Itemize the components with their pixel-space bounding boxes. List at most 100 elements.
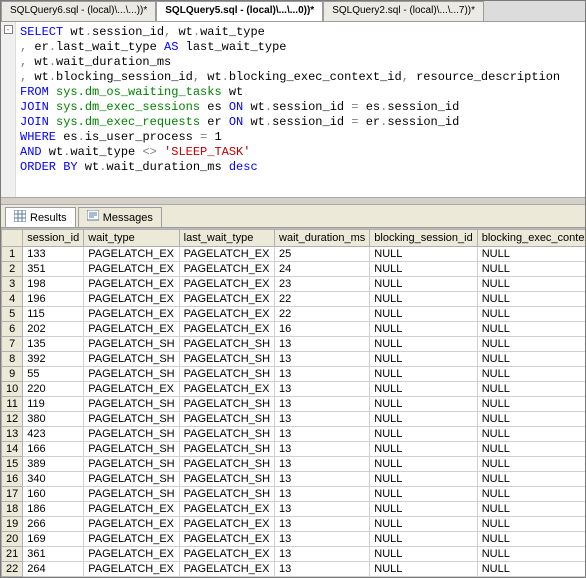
row-number-cell[interactable]: 19 <box>2 517 23 532</box>
row-number-cell[interactable]: 3 <box>2 277 23 292</box>
grid-cell[interactable]: 13 <box>275 487 370 502</box>
grid-cell[interactable]: PAGELATCH_SH <box>179 427 274 442</box>
row-number-cell[interactable]: 8 <box>2 352 23 367</box>
grid-cell[interactable]: NULL <box>370 547 477 562</box>
grid-cell[interactable]: NULL <box>370 292 477 307</box>
grid-cell[interactable]: NULL <box>370 247 477 262</box>
pane-splitter[interactable] <box>1 197 585 205</box>
row-number-cell[interactable]: 16 <box>2 472 23 487</box>
grid-cell[interactable]: PAGELATCH_SH <box>84 457 179 472</box>
table-row[interactable]: 17160PAGELATCH_SHPAGELATCH_SH13NULLNULL8… <box>2 487 586 502</box>
table-row[interactable]: 22264PAGELATCH_EXPAGELATCH_EX13NULLNULL8… <box>2 562 586 577</box>
grid-cell[interactable]: 24 <box>275 262 370 277</box>
grid-cell[interactable]: NULL <box>370 412 477 427</box>
grid-cell[interactable]: 198 <box>23 277 84 292</box>
row-number-cell[interactable]: 4 <box>2 292 23 307</box>
row-number-cell[interactable]: 20 <box>2 532 23 547</box>
grid-cell[interactable]: NULL <box>370 397 477 412</box>
grid-cell[interactable]: PAGELATCH_SH <box>84 412 179 427</box>
grid-cell[interactable]: 13 <box>275 352 370 367</box>
grid-cell[interactable]: 13 <box>275 427 370 442</box>
grid-cell[interactable]: PAGELATCH_EX <box>179 382 274 397</box>
file-tab[interactable]: SQLQuery5.sql - (local)\...\...0))* <box>156 1 323 21</box>
grid-cell[interactable]: PAGELATCH_SH <box>179 487 274 502</box>
table-row[interactable]: 16340PAGELATCH_SHPAGELATCH_SH13NULLNULL8… <box>2 472 586 487</box>
grid-cell[interactable]: NULL <box>477 322 585 337</box>
grid-cell[interactable]: NULL <box>370 337 477 352</box>
grid-cell[interactable]: PAGELATCH_SH <box>84 427 179 442</box>
grid-cell[interactable]: NULL <box>477 307 585 322</box>
table-row[interactable]: 2351PAGELATCH_EXPAGELATCH_EX24NULLNULL8:… <box>2 262 586 277</box>
grid-cell[interactable]: NULL <box>477 352 585 367</box>
grid-cell[interactable]: 13 <box>275 502 370 517</box>
table-row[interactable]: 3198PAGELATCH_EXPAGELATCH_EX23NULLNULL8:… <box>2 277 586 292</box>
grid-cell[interactable]: NULL <box>370 307 477 322</box>
grid-cell[interactable]: PAGELATCH_EX <box>179 517 274 532</box>
grid-cell[interactable]: NULL <box>477 487 585 502</box>
column-header[interactable]: wait_type <box>84 230 179 247</box>
table-row[interactable]: 18186PAGELATCH_EXPAGELATCH_EX13NULLNULL8… <box>2 502 586 517</box>
row-number-cell[interactable]: 18 <box>2 502 23 517</box>
row-number-cell[interactable]: 15 <box>2 457 23 472</box>
grid-cell[interactable]: NULL <box>477 517 585 532</box>
grid-cell[interactable]: PAGELATCH_SH <box>179 352 274 367</box>
row-number-cell[interactable]: 5 <box>2 307 23 322</box>
row-number-cell[interactable]: 7 <box>2 337 23 352</box>
grid-cell[interactable]: 13 <box>275 532 370 547</box>
row-number-cell[interactable]: 2 <box>2 262 23 277</box>
grid-cell[interactable]: 392 <box>23 352 84 367</box>
grid-cell[interactable]: PAGELATCH_SH <box>179 367 274 382</box>
row-number-cell[interactable]: 17 <box>2 487 23 502</box>
grid-cell[interactable]: PAGELATCH_SH <box>84 442 179 457</box>
grid-cell[interactable]: 361 <box>23 547 84 562</box>
grid-cell[interactable]: 13 <box>275 472 370 487</box>
grid-cell[interactable]: NULL <box>477 397 585 412</box>
grid-cell[interactable]: 25 <box>275 247 370 262</box>
grid-cell[interactable]: NULL <box>477 262 585 277</box>
file-tab[interactable]: SQLQuery6.sql - (local)\...\...))* <box>1 1 156 21</box>
grid-cell[interactable]: 16 <box>275 322 370 337</box>
table-row[interactable]: 5115PAGELATCH_EXPAGELATCH_EX22NULLNULL8:… <box>2 307 586 322</box>
grid-cell[interactable]: 13 <box>275 562 370 577</box>
grid-cell[interactable]: PAGELATCH_EX <box>84 547 179 562</box>
grid-cell[interactable]: 13 <box>275 547 370 562</box>
grid-cell[interactable]: NULL <box>477 502 585 517</box>
grid-cell[interactable]: NULL <box>477 457 585 472</box>
grid-cell[interactable]: PAGELATCH_SH <box>179 457 274 472</box>
grid-cell[interactable]: PAGELATCH_SH <box>84 352 179 367</box>
table-row[interactable]: 11119PAGELATCH_SHPAGELATCH_SH13NULLNULL8… <box>2 397 586 412</box>
grid-cell[interactable]: PAGELATCH_EX <box>84 262 179 277</box>
grid-cell[interactable]: 13 <box>275 397 370 412</box>
grid-cell[interactable]: 160 <box>23 487 84 502</box>
grid-cell[interactable]: 22 <box>275 292 370 307</box>
row-number-cell[interactable]: 22 <box>2 562 23 577</box>
grid-cell[interactable]: NULL <box>477 532 585 547</box>
grid-cell[interactable]: PAGELATCH_EX <box>179 532 274 547</box>
column-header[interactable]: blocking_session_id <box>370 230 477 247</box>
row-number-cell[interactable]: 6 <box>2 322 23 337</box>
row-number-cell[interactable]: 10 <box>2 382 23 397</box>
grid-cell[interactable]: NULL <box>477 562 585 577</box>
grid-cell[interactable]: 196 <box>23 292 84 307</box>
grid-cell[interactable]: 13 <box>275 412 370 427</box>
row-number-cell[interactable]: 9 <box>2 367 23 382</box>
grid-cell[interactable]: 13 <box>275 457 370 472</box>
grid-cell[interactable]: NULL <box>477 277 585 292</box>
grid-cell[interactable]: PAGELATCH_EX <box>179 547 274 562</box>
grid-cell[interactable]: 186 <box>23 502 84 517</box>
grid-cell[interactable]: 22 <box>275 307 370 322</box>
grid-cell[interactable]: NULL <box>370 367 477 382</box>
table-row[interactable]: 12380PAGELATCH_SHPAGELATCH_SH13NULLNULL8… <box>2 412 586 427</box>
grid-cell[interactable]: NULL <box>370 457 477 472</box>
grid-cell[interactable]: PAGELATCH_EX <box>84 307 179 322</box>
column-header[interactable]: session_id <box>23 230 84 247</box>
table-row[interactable]: 8392PAGELATCH_SHPAGELATCH_SH13NULLNULL8:… <box>2 352 586 367</box>
row-number-header[interactable] <box>2 230 23 247</box>
table-row[interactable]: 13423PAGELATCH_SHPAGELATCH_SH13NULLNULL8… <box>2 427 586 442</box>
grid-cell[interactable]: NULL <box>477 247 585 262</box>
grid-cell[interactable]: PAGELATCH_EX <box>84 502 179 517</box>
grid-cell[interactable]: 133 <box>23 247 84 262</box>
grid-cell[interactable]: 23 <box>275 277 370 292</box>
result-tab-results[interactable]: Results <box>5 207 76 227</box>
grid-cell[interactable]: 13 <box>275 367 370 382</box>
